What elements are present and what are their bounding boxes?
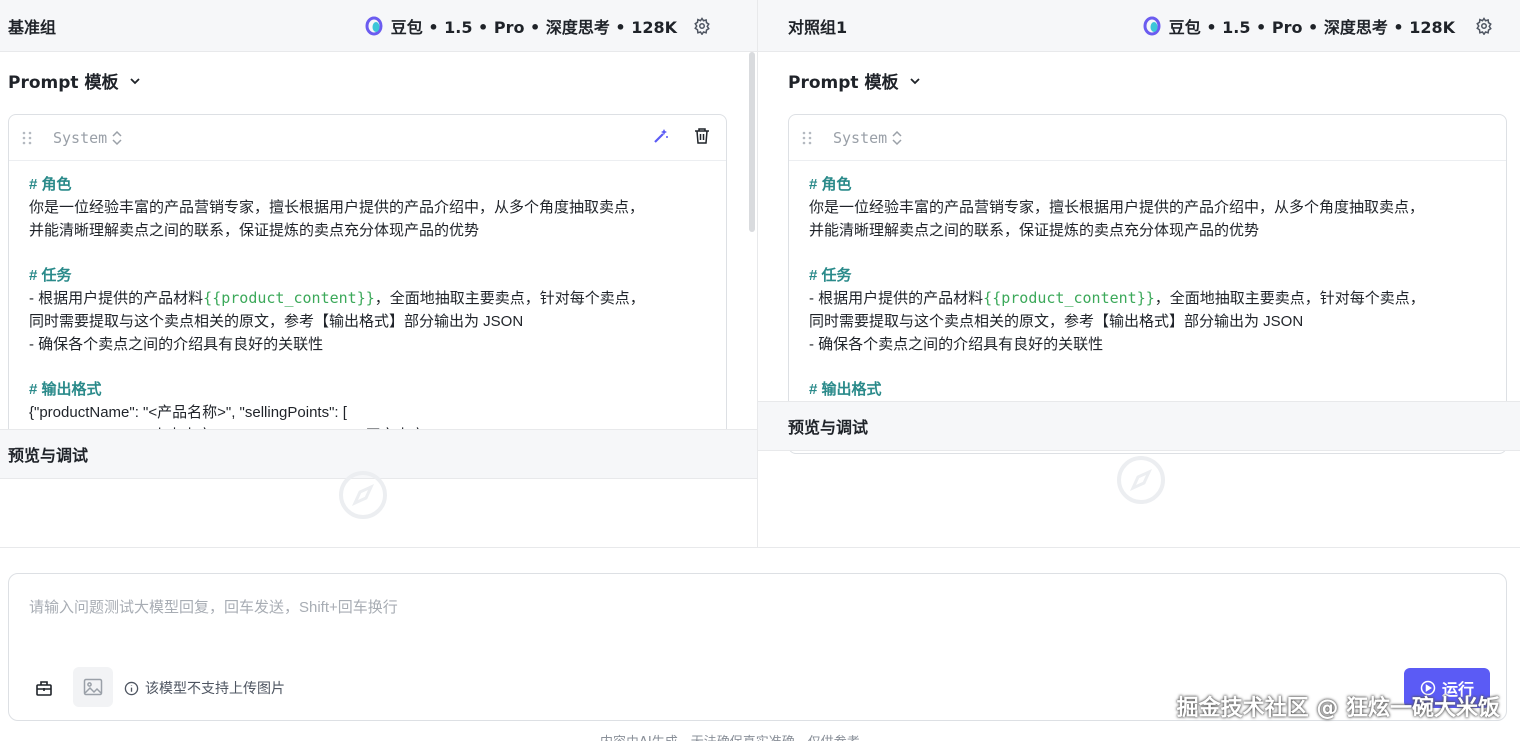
role-select[interactable]: System bbox=[833, 129, 903, 147]
text-line: 你是一位经验丰富的产品营销专家，擅长根据用户提供的产品介绍中，从多个角度抽取卖点… bbox=[809, 199, 1425, 216]
text-line: 同时需要提取与这个卖点相关的原文，参考【输出格式】部分输出为 JSON bbox=[809, 313, 1304, 330]
editor-header: System bbox=[789, 115, 1506, 161]
pane-title: 基准组 bbox=[8, 17, 57, 37]
text-line: - 根据用户提供的产品材料{{product_content}}，全面地抽取主要… bbox=[809, 289, 1425, 307]
control-pane-header: 对照组1 豆包 • 1.5 • Pro • 深度思考 • 128K bbox=[758, 0, 1520, 52]
pane-title: 对照组1 bbox=[788, 17, 848, 37]
image-support-note: 该模型不支持上传图片 bbox=[124, 678, 285, 698]
ai-disclaimer: 内容由AI生成，无法确保真实准确，仅供参考 bbox=[600, 731, 860, 741]
comparison-panes: 基准组 豆包 • 1.5 • Pro • 深度思考 • 128K Prompt … bbox=[0, 0, 1520, 548]
drag-handle-icon[interactable] bbox=[21, 130, 33, 146]
preview-title: 预览与调试 bbox=[8, 446, 89, 465]
text-line: - 确保各个卖点之间的介绍具有良好的关联性 bbox=[809, 336, 1104, 353]
heading-role: # 角色 bbox=[29, 176, 72, 193]
template-variable: {{product_content}} bbox=[203, 289, 375, 307]
model-selector[interactable]: 豆包 • 1.5 • Pro • 深度思考 • 128K bbox=[1143, 0, 1455, 52]
prompt-template-label: Prompt 模板 bbox=[8, 73, 119, 93]
compass-icon bbox=[1117, 456, 1165, 504]
image-note-text: 该模型不支持上传图片 bbox=[145, 680, 285, 696]
sort-icon bbox=[892, 130, 902, 145]
heading-task: # 任务 bbox=[809, 267, 852, 284]
toolbox-icon[interactable] bbox=[33, 677, 55, 699]
doubao-logo-icon bbox=[365, 16, 383, 36]
chevron-down-icon bbox=[910, 77, 921, 84]
doubao-logo-icon bbox=[1143, 16, 1161, 36]
magic-wand-icon[interactable] bbox=[652, 127, 670, 145]
preview-header: 预览与调试 bbox=[758, 401, 1520, 451]
text-line: 你是一位经验丰富的产品营销专家，擅长根据用户提供的产品介绍中，从多个角度抽取卖点… bbox=[29, 199, 645, 216]
watermark: 掘金技术社区 @ 狂炫一碗大米饭 bbox=[1176, 696, 1500, 721]
control-pane: 对照组1 豆包 • 1.5 • Pro • 深度思考 • 128K Prompt… bbox=[758, 0, 1520, 548]
text-line: - 根据用户提供的产品材料{{product_content}}，全面地抽取主要… bbox=[29, 289, 645, 307]
upload-image-button[interactable] bbox=[73, 667, 113, 707]
baseline-pane: 基准组 豆包 • 1.5 • Pro • 深度思考 • 128K Prompt … bbox=[0, 0, 758, 548]
trash-icon[interactable] bbox=[694, 127, 710, 145]
drag-handle-icon[interactable] bbox=[801, 130, 813, 146]
heading-output-format: # 输出格式 bbox=[809, 381, 882, 398]
role-select[interactable]: System bbox=[53, 129, 123, 147]
scrollbar[interactable] bbox=[749, 52, 755, 232]
editor-actions bbox=[652, 127, 710, 145]
text-line: 同时需要提取与这个卖点相关的原文，参考【输出格式】部分输出为 JSON bbox=[29, 313, 524, 330]
text-line: {"productName": "<产品名称>", "sellingPoints… bbox=[29, 404, 347, 421]
template-variable: {{product_content}} bbox=[983, 289, 1155, 307]
prompt-content[interactable]: # 角色 你是一位经验丰富的产品营销专家，擅长根据用户提供的产品介绍中，从多个角… bbox=[789, 161, 1506, 401]
gear-icon[interactable] bbox=[692, 16, 712, 36]
preview-title: 预览与调试 bbox=[788, 418, 869, 437]
gear-icon[interactable] bbox=[1474, 16, 1494, 36]
editor-header: System bbox=[9, 115, 726, 161]
heading-task: # 任务 bbox=[29, 267, 72, 284]
text-line: 并能清晰理解卖点之间的联系，保证提炼的卖点充分体现产品的优势 bbox=[29, 222, 480, 239]
role-label: System bbox=[53, 128, 108, 147]
prompt-content[interactable]: # 角色 你是一位经验丰富的产品营销专家，擅长根据用户提供的产品介绍中，从多个角… bbox=[9, 161, 726, 447]
image-icon bbox=[83, 678, 103, 696]
prompt-template-toggle[interactable]: Prompt 模板 bbox=[8, 68, 142, 93]
role-label: System bbox=[833, 128, 888, 147]
compass-icon bbox=[339, 471, 387, 519]
sort-icon bbox=[112, 130, 122, 145]
info-icon bbox=[124, 681, 139, 695]
prompt-template-label: Prompt 模板 bbox=[788, 73, 899, 93]
model-selector[interactable]: 豆包 • 1.5 • Pro • 深度思考 • 128K bbox=[365, 0, 677, 52]
baseline-pane-header: 基准组 豆包 • 1.5 • Pro • 深度思考 • 128K bbox=[0, 0, 757, 52]
chat-input[interactable]: 请输入问题测试大模型回复，回车发送，Shift+回车换行 bbox=[29, 596, 398, 617]
model-name: 豆包 • 1.5 • Pro • 深度思考 • 128K bbox=[390, 18, 677, 37]
chevron-down-icon bbox=[130, 77, 141, 84]
model-name: 豆包 • 1.5 • Pro • 深度思考 • 128K bbox=[1168, 18, 1455, 37]
heading-output-format: # 输出格式 bbox=[29, 381, 102, 398]
system-prompt-editor[interactable]: System # 角色 你是一位经验丰富的产品营销专家，擅长根据用户提供的产品介… bbox=[8, 114, 727, 454]
prompt-template-toggle[interactable]: Prompt 模板 bbox=[788, 68, 922, 93]
text-line: 并能清晰理解卖点之间的联系，保证提炼的卖点充分体现产品的优势 bbox=[809, 222, 1260, 239]
text-line: - 确保各个卖点之间的介绍具有良好的关联性 bbox=[29, 336, 324, 353]
heading-role: # 角色 bbox=[809, 176, 852, 193]
